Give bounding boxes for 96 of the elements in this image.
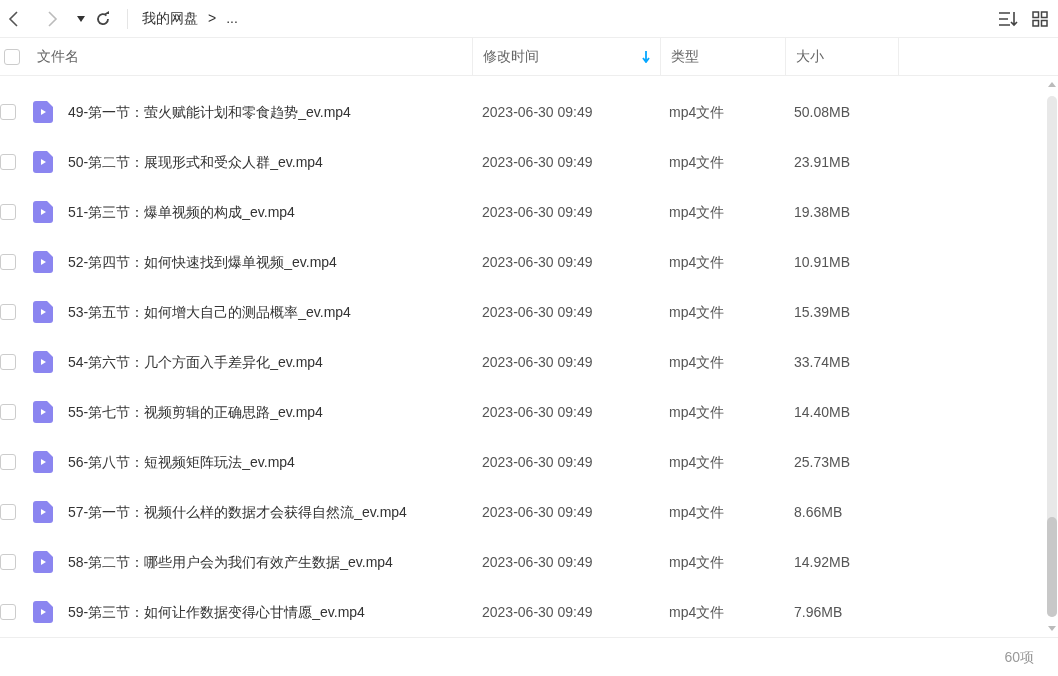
back-icon[interactable] <box>7 10 21 27</box>
file-name[interactable]: 54-第六节：几个方面入手差异化_ev.mp4 <box>68 351 482 373</box>
modified-time: 2023-06-30 09:49 <box>482 402 594 422</box>
file-type: mp4文件 <box>669 452 726 472</box>
file-type: mp4文件 <box>669 402 726 422</box>
checkbox[interactable] <box>0 254 16 270</box>
checkbox[interactable] <box>0 604 16 620</box>
video-file-icon <box>33 451 53 473</box>
dropdown-caret-icon[interactable] <box>77 15 85 22</box>
file-row[interactable]: 59-第三节：如何让作数据变得心甘情愿_ev.mp4 2023-06-30 09:49 mp4文件 7.96MB <box>0 587 1046 637</box>
file-row[interactable]: 50-第二节：展现形式和受众人群_ev.mp4 2023-06-30 09:49 mp4文件 23.91MB <box>0 137 1046 187</box>
file-type: mp4文件 <box>669 152 726 172</box>
forward-icon[interactable] <box>45 10 59 27</box>
file-name[interactable]: 57-第一节：视频什么样的数据才会获得自然流_ev.mp4 <box>68 501 482 523</box>
modified-time: 2023-06-30 09:49 <box>482 552 594 572</box>
column-header[interactable]: 文件名 <box>37 38 472 75</box>
video-file-icon <box>33 501 53 523</box>
breadcrumb-link[interactable]: 我的网盘 <box>142 8 198 29</box>
checkbox[interactable] <box>0 354 16 370</box>
file-name[interactable]: 55-第七节：视频剪辑的正确思路_ev.mp4 <box>68 401 482 423</box>
file-name[interactable]: 51-第三节：爆单视频的构成_ev.mp4 <box>68 201 482 223</box>
scrollbar-thumb[interactable] <box>1047 517 1057 617</box>
item-count: 60项 <box>1004 647 1034 667</box>
file-size: 14.40MB <box>794 402 852 422</box>
file-name[interactable]: 50-第二节：展现形式和受众人群_ev.mp4 <box>68 151 482 173</box>
modified-time: 2023-06-30 09:49 <box>482 202 594 222</box>
file-size: 50.08MB <box>794 102 852 122</box>
modified-time: 2023-06-30 09:49 <box>482 352 594 372</box>
file-type: mp4文件 <box>669 302 726 322</box>
file-row[interactable]: 52-第四节：如何快速找到爆单视频_ev.mp4 2023-06-30 09:49 mp4文件 10.91MB <box>0 237 1046 287</box>
file-type: mp4文件 <box>669 552 726 572</box>
file-type: mp4文件 <box>669 252 726 272</box>
file-size: 19.38MB <box>794 202 852 222</box>
checkbox[interactable] <box>0 454 16 470</box>
file-name[interactable]: 53-第五节：如何增大自己的测品概率_ev.mp4 <box>68 301 482 323</box>
breadcrumb-separator: > <box>208 9 217 28</box>
file-size: 23.91MB <box>794 152 852 172</box>
file-type: mp4文件 <box>669 502 726 522</box>
column-header[interactable]: 修改时间 <box>472 38 660 75</box>
file-name[interactable]: 59-第三节：如何让作数据变得心甘情愿_ev.mp4 <box>68 601 482 623</box>
file-name[interactable]: 56-第八节：短视频矩阵玩法_ev.mp4 <box>68 451 482 473</box>
file-size: 33.74MB <box>794 352 852 372</box>
file-row[interactable]: 51-第三节：爆单视频的构成_ev.mp4 2023-06-30 09:49 mp4文件 19.38MB <box>0 187 1046 237</box>
scroll-down-arrow-icon[interactable] <box>1048 626 1056 631</box>
video-file-icon <box>33 401 53 423</box>
file-row[interactable]: 53-第五节：如何增大自己的测品概率_ev.mp4 2023-06-30 09:49 mp4文件 15.39MB <box>0 287 1046 337</box>
video-file-icon <box>33 301 53 323</box>
modified-time: 2023-06-30 09:49 <box>482 302 594 322</box>
file-size: 8.66MB <box>794 502 844 522</box>
checkbox[interactable] <box>0 554 16 570</box>
file-row[interactable]: 54-第六节：几个方面入手差异化_ev.mp4 2023-06-30 09:49 mp4文件 33.74MB <box>0 337 1046 387</box>
modified-time: 2023-06-30 09:49 <box>482 102 594 122</box>
file-size: 25.73MB <box>794 452 852 472</box>
video-file-icon <box>33 101 53 123</box>
checkbox[interactable] <box>0 504 16 520</box>
file-type: mp4文件 <box>669 602 726 622</box>
video-file-icon <box>33 151 53 173</box>
file-type: mp4文件 <box>669 352 726 372</box>
grid-view-icon[interactable] <box>1032 10 1048 27</box>
modified-time: 2023-06-30 09:49 <box>482 252 594 272</box>
modified-time: 2023-06-30 09:49 <box>482 602 594 622</box>
file-row[interactable]: 57-第一节：视频什么样的数据才会获得自然流_ev.mp4 2023-06-30 09:49 mp4文件 8.66MB <box>0 487 1046 537</box>
checkbox[interactable] <box>0 304 16 320</box>
checkbox[interactable] <box>0 104 16 120</box>
video-file-icon <box>33 251 53 273</box>
sort-arrow-icon <box>642 50 650 63</box>
file-size: 14.92MB <box>794 552 852 572</box>
checkbox[interactable] <box>4 48 20 65</box>
column-header[interactable]: 大小 <box>785 38 898 75</box>
checkbox[interactable] <box>0 204 16 220</box>
refresh-icon[interactable] <box>95 10 111 27</box>
video-file-icon <box>33 551 53 573</box>
column-header[interactable]: 类型 <box>660 38 785 75</box>
modified-time: 2023-06-30 09:49 <box>482 452 594 472</box>
modified-time: 2023-06-30 09:49 <box>482 502 594 522</box>
file-name[interactable]: 58-第二节：哪些用户会为我们有效产生数据_ev.mp4 <box>68 551 482 573</box>
video-file-icon <box>33 351 53 373</box>
file-type: mp4文件 <box>669 102 726 122</box>
modified-time: 2023-06-30 09:49 <box>482 152 594 172</box>
file-size: 7.96MB <box>794 602 844 622</box>
checkbox[interactable] <box>0 154 16 170</box>
file-row[interactable]: 56-第八节：短视频矩阵玩法_ev.mp4 2023-06-30 09:49 mp4文件 25.73MB <box>0 437 1046 487</box>
sort-list-icon[interactable] <box>998 10 1018 27</box>
file-row[interactable]: 55-第七节：视频剪辑的正确思路_ev.mp4 2023-06-30 09:49 mp4文件 14.40MB <box>0 387 1046 437</box>
breadcrumb-link[interactable]: ... <box>226 8 238 29</box>
file-size: 10.91MB <box>794 252 852 272</box>
checkbox[interactable] <box>0 404 16 420</box>
file-row[interactable]: 49-第一节：萤火赋能计划和零食趋势_ev.mp4 2023-06-30 09:49 mp4文件 50.08MB <box>0 87 1046 137</box>
file-size: 15.39MB <box>794 302 852 322</box>
video-file-icon <box>33 201 53 223</box>
file-name[interactable]: 49-第一节：萤火赋能计划和零食趋势_ev.mp4 <box>68 101 482 123</box>
file-type: mp4文件 <box>669 202 726 222</box>
scroll-up-arrow-icon[interactable] <box>1048 82 1056 87</box>
video-file-icon <box>33 601 53 623</box>
file-row[interactable]: 58-第二节：哪些用户会为我们有效产生数据_ev.mp4 2023-06-30 09:49 mp4文件 14.92MB <box>0 537 1046 587</box>
file-name[interactable]: 52-第四节：如何快速找到爆单视频_ev.mp4 <box>68 251 482 273</box>
